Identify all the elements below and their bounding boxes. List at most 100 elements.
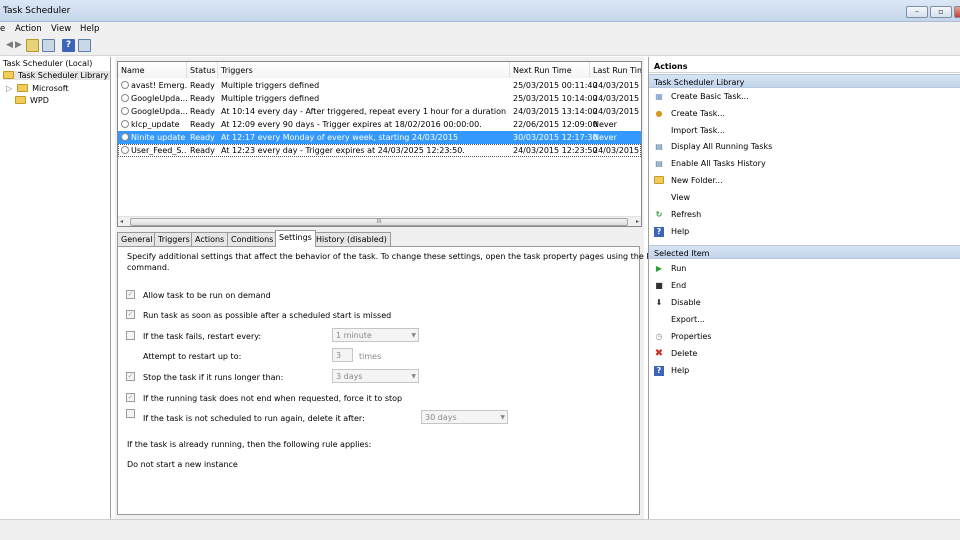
action-view[interactable]: View bbox=[649, 190, 960, 206]
tree-root[interactable]: Task Scheduler (Local) bbox=[3, 59, 92, 68]
scroll-left-icon[interactable]: ◂ bbox=[120, 218, 123, 225]
tree-item-microsoft[interactable]: ▷ Microsoft bbox=[6, 84, 69, 93]
table-row[interactable]: GoogleUpda... Ready Multiple triggers de… bbox=[118, 92, 641, 105]
action-run[interactable]: ▶ Run bbox=[649, 261, 960, 277]
title-bar: Task Scheduler – ▫ x bbox=[0, 0, 960, 22]
delete-after-checkbox[interactable] bbox=[126, 409, 135, 418]
attempt-restart-input[interactable]: 3 bbox=[332, 348, 353, 362]
task-name: Ninite update bbox=[131, 133, 186, 142]
task-status: Ready bbox=[190, 81, 215, 90]
tab-actions[interactable]: Actions bbox=[191, 232, 229, 246]
action-label: Help bbox=[671, 227, 690, 236]
action-create-task[interactable]: ● Create Task... bbox=[649, 106, 960, 122]
table-row[interactable]: klcp_update Ready At 12:09 every 90 days… bbox=[118, 118, 641, 131]
menu-action[interactable]: Action bbox=[15, 24, 42, 34]
action-label: End bbox=[671, 281, 687, 290]
horizontal-scrollbar[interactable]: ◂ III ▸ bbox=[118, 216, 641, 226]
up-folder-icon[interactable] bbox=[26, 39, 39, 52]
tree-item-library[interactable]: Task Scheduler Library bbox=[3, 71, 111, 80]
column-status[interactable]: Status bbox=[187, 62, 218, 78]
task-name: klcp_update bbox=[131, 120, 180, 129]
delete-after-select[interactable]: 30 days ▼ bbox=[421, 410, 508, 424]
task-last-run: 24/03/2015 10... bbox=[593, 94, 641, 103]
toolbar: ◀ ▶ ? bbox=[0, 36, 960, 56]
action-properties[interactable]: ◷ Properties bbox=[649, 329, 960, 345]
folder-icon bbox=[15, 96, 26, 104]
task-next-run: 22/06/2015 12:09:00 bbox=[513, 120, 598, 129]
run-asap-label: Run task as soon as possible after a sch… bbox=[143, 311, 392, 320]
tab-settings[interactable]: Settings bbox=[275, 230, 316, 247]
action-label: Create Task... bbox=[671, 109, 726, 118]
task-next-run: 24/03/2015 12:23:50 bbox=[513, 146, 598, 155]
action-end[interactable]: ■ End bbox=[649, 278, 960, 294]
task-trigger: At 12:17 every Monday of every week, sta… bbox=[221, 133, 459, 142]
show-action-pane-icon[interactable] bbox=[78, 39, 91, 52]
clock-icon bbox=[121, 133, 129, 141]
run-asap-checkbox[interactable]: ✓ bbox=[126, 310, 135, 319]
menu-bar: e Action View Help bbox=[0, 22, 960, 36]
forward-arrow-icon[interactable]: ▶ bbox=[12, 39, 25, 52]
tab-history[interactable]: History (disabled) bbox=[312, 232, 391, 246]
action-enable-history[interactable]: ▤ Enable All Tasks History bbox=[649, 156, 960, 172]
maximize-button[interactable]: ▫ bbox=[930, 6, 952, 18]
console-tree: Task Scheduler (Local) Task Scheduler Li… bbox=[0, 57, 111, 519]
settings-panel: Specify additional settings that affect … bbox=[117, 246, 687, 515]
action-create-basic-task[interactable]: ▦ Create Basic Task... bbox=[649, 89, 960, 105]
menu-help[interactable]: Help bbox=[80, 24, 99, 34]
table-row-selected[interactable]: Ninite update Ready At 12:17 every Monda… bbox=[118, 131, 641, 144]
action-new-folder[interactable]: New Folder... bbox=[649, 173, 960, 189]
settings-description-line2: command. bbox=[127, 263, 170, 272]
chevron-down-icon: ▼ bbox=[500, 414, 505, 421]
tab-conditions[interactable]: Conditions bbox=[227, 232, 278, 246]
action-refresh[interactable]: ↻ Refresh bbox=[649, 207, 960, 223]
delete-after-value: 30 days bbox=[425, 413, 457, 422]
action-help[interactable]: ? Help bbox=[649, 224, 960, 240]
minimize-button[interactable]: – bbox=[906, 6, 928, 18]
table-row[interactable]: GoogleUpda... Ready At 10:14 every day -… bbox=[118, 105, 641, 118]
scrollbar-thumb[interactable]: III bbox=[130, 218, 628, 226]
section-selected-item[interactable]: Selected Item bbox=[649, 245, 960, 259]
restart-checkbox[interactable] bbox=[126, 331, 135, 340]
tree-wpd-label: WPD bbox=[30, 96, 49, 105]
section-library[interactable]: Task Scheduler Library bbox=[649, 74, 960, 88]
tree-item-wpd[interactable]: WPD bbox=[15, 96, 49, 105]
tab-general[interactable]: General bbox=[117, 232, 157, 246]
action-label: Properties bbox=[671, 332, 712, 341]
show-hide-tree-icon[interactable] bbox=[42, 39, 55, 52]
action-import-task[interactable]: Import Task... bbox=[649, 123, 960, 139]
table-row[interactable]: avast! Emerg... Ready Multiple triggers … bbox=[118, 79, 641, 92]
stop-longer-select[interactable]: 3 days ▼ bbox=[332, 369, 419, 383]
task-status: Ready bbox=[190, 146, 215, 155]
stop-longer-checkbox[interactable]: ✓ bbox=[126, 372, 135, 381]
close-button[interactable]: x bbox=[954, 6, 960, 18]
action-delete[interactable]: ✖ Delete bbox=[649, 346, 960, 362]
column-next-run[interactable]: Next Run Time bbox=[510, 62, 590, 78]
action-help-selected[interactable]: ? Help bbox=[649, 363, 960, 379]
menu-view[interactable]: View bbox=[51, 24, 71, 34]
actions-pane: Actions Task Scheduler Library ▦ Create … bbox=[648, 57, 960, 519]
expand-arrow-icon[interactable]: ▷ bbox=[6, 84, 12, 93]
clock-icon bbox=[121, 146, 129, 154]
tab-triggers[interactable]: Triggers bbox=[154, 232, 194, 246]
history-icon: ▤ bbox=[655, 159, 663, 168]
menu-file[interactable]: e bbox=[0, 24, 5, 34]
restart-interval-select[interactable]: 1 minute ▼ bbox=[332, 328, 419, 342]
action-display-running[interactable]: ▤ Display All Running Tasks bbox=[649, 139, 960, 155]
column-name[interactable]: Name bbox=[118, 62, 187, 78]
action-export[interactable]: Export... bbox=[649, 312, 960, 328]
task-last-run: 24/03/2015 12... bbox=[593, 107, 641, 116]
column-last-run[interactable]: Last Run Time bbox=[590, 62, 641, 78]
chevron-down-icon: ▼ bbox=[411, 332, 416, 339]
settings-description: Specify additional settings that affect … bbox=[127, 252, 687, 261]
table-row[interactable]: User_Feed_S... Ready At 12:23 every day … bbox=[118, 144, 641, 157]
help-icon[interactable]: ? bbox=[62, 39, 75, 52]
action-disable[interactable]: ⬇ Disable bbox=[649, 295, 960, 311]
clock-icon bbox=[121, 107, 129, 115]
allow-demand-checkbox[interactable]: ✓ bbox=[126, 290, 135, 299]
scroll-right-icon[interactable]: ▸ bbox=[636, 218, 639, 225]
actions-header: Actions bbox=[649, 59, 960, 73]
force-stop-checkbox[interactable]: ✓ bbox=[126, 393, 135, 402]
action-label: Help bbox=[671, 366, 690, 375]
column-triggers[interactable]: Triggers bbox=[218, 62, 510, 78]
help-icon: ? bbox=[654, 227, 664, 237]
